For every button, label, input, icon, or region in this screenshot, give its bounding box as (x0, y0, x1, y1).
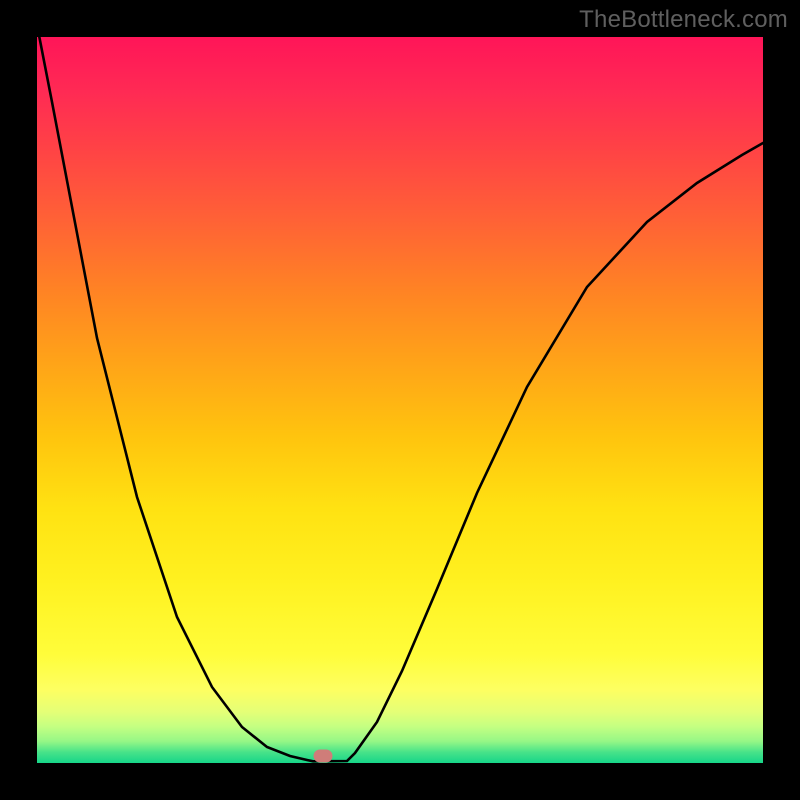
optimum-marker (314, 749, 333, 762)
outer-frame: TheBottleneck.com (0, 0, 800, 800)
curve-path (37, 37, 763, 761)
bottleneck-curve (37, 37, 763, 763)
watermark-text: TheBottleneck.com (579, 6, 788, 34)
plot-area (37, 37, 763, 763)
